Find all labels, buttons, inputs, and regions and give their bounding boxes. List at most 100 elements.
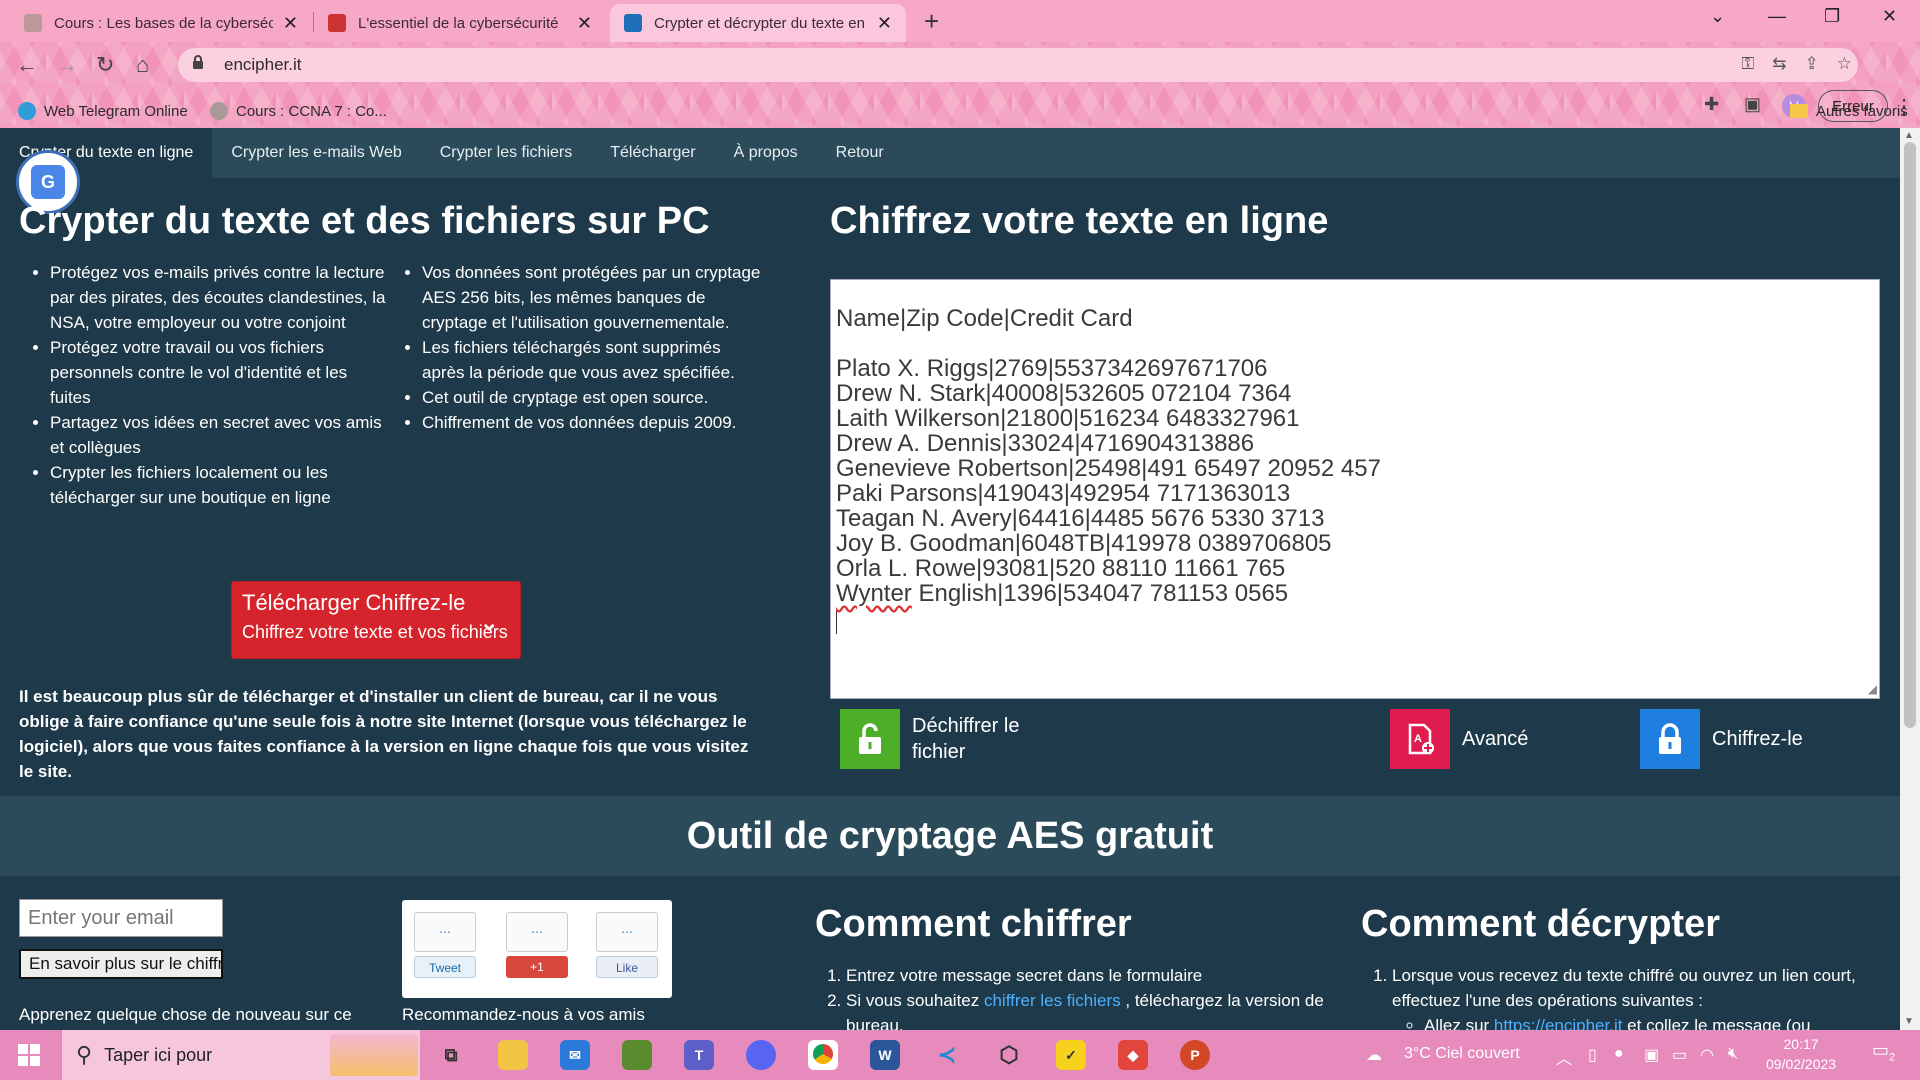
desktop-warning: Il est beaucoup plus sûr de télécharger …: [19, 687, 749, 781]
like-widget[interactable]: ... Like: [596, 912, 658, 980]
plusone-count: ...: [506, 912, 568, 952]
browser-toolbar: ← → ↻ ⌂ encipher.it ⚿ ⇆ ⇪ ☆ ✚ ▣ V Erreur…: [0, 42, 1920, 130]
virtualbox-icon[interactable]: ⬡: [994, 1040, 1024, 1070]
chrome-icon[interactable]: [808, 1040, 838, 1070]
bookmark-telegram[interactable]: Web Telegram Online: [18, 102, 188, 120]
powerpoint-icon[interactable]: P: [1180, 1040, 1210, 1070]
tab-cours-bases[interactable]: Cours : Les bases de la cybersécu ✕: [10, 4, 312, 42]
close-tab-icon[interactable]: ✕: [283, 13, 298, 34]
close-window-icon[interactable]: ✕: [1882, 6, 1897, 27]
tray-device-icon[interactable]: ▯: [1588, 1045, 1597, 1065]
tweet-widget[interactable]: ... Tweet: [414, 912, 476, 980]
svg-text:A: A: [1414, 733, 1422, 745]
nav-item-encrypt-files[interactable]: Crypter les fichiers: [421, 128, 591, 178]
encrypt-label: Chiffrez-le: [1712, 727, 1803, 750]
editor-line: Laith Wilkerson|21800|516234 6483327961: [836, 405, 1300, 432]
encipher-favicon-icon: [624, 14, 642, 32]
tab-title: Crypter et décrypter du texte en: [654, 14, 865, 32]
file-explorer-icon[interactable]: [498, 1040, 528, 1070]
right-title: Chiffrez votre texte en ligne: [830, 200, 1329, 242]
new-tab-icon[interactable]: +: [924, 6, 939, 37]
nav-item-about[interactable]: À propos: [715, 128, 817, 178]
weather-icon[interactable]: ☁: [1366, 1045, 1382, 1065]
tasks-icon[interactable]: ✓: [1056, 1040, 1086, 1070]
advanced-button[interactable]: A Avancé: [1390, 709, 1528, 769]
windows-start-icon[interactable]: [18, 1044, 40, 1066]
tab-search-chevron-icon[interactable]: ⌄: [1710, 6, 1725, 27]
plusone-label: +1: [530, 960, 544, 974]
tweet-count: ...: [414, 912, 476, 952]
tray-battery-icon[interactable]: ▭: [1672, 1045, 1687, 1065]
encipher-link[interactable]: https://encipher.it: [1494, 1016, 1623, 1030]
bookmark-label: Cours : CCNA 7 : Co...: [236, 102, 387, 120]
text-caret: [836, 610, 837, 634]
teams-icon[interactable]: T: [684, 1040, 714, 1070]
close-tab-icon[interactable]: ✕: [877, 13, 892, 34]
discord-icon[interactable]: [746, 1040, 776, 1070]
weather-text[interactable]: 3°C Ciel couvert: [1404, 1045, 1520, 1063]
learn-text: Apprenez quelque chose de nouveau sur ce: [19, 1005, 352, 1024]
home-icon[interactable]: ⌂: [136, 52, 149, 78]
reload-icon[interactable]: ↻: [96, 52, 114, 78]
task-view-icon[interactable]: ⧉: [436, 1040, 466, 1070]
other-bookmarks[interactable]: Autres favoris: [1790, 103, 1908, 120]
chevron-down-icon: ⌄: [480, 610, 499, 635]
encrypt-button[interactable]: Chiffrez-le: [1640, 709, 1803, 769]
taskbar-search[interactable]: ⚲ Taper ici pour: [62, 1030, 420, 1080]
encrypt-files-link[interactable]: chiffrer les fichiers: [984, 991, 1121, 1010]
message-textarea[interactable]: Name|Zip Code|Credit Card Plato X. Riggs…: [830, 279, 1880, 699]
plusone-widget[interactable]: ... +1: [506, 912, 568, 980]
mail-icon[interactable]: ✉: [560, 1040, 590, 1070]
nav-item-encrypt-emails[interactable]: Crypter les e-mails Web: [212, 128, 420, 178]
scrollbar-thumb[interactable]: [1904, 142, 1916, 728]
notification-count: 2: [1889, 1051, 1896, 1064]
plusone-button[interactable]: +1: [506, 956, 568, 978]
tray-chevron-icon[interactable]: ︿: [1556, 1045, 1572, 1069]
back-icon[interactable]: ←: [16, 52, 38, 78]
restore-icon[interactable]: ❐: [1824, 6, 1840, 27]
star-icon[interactable]: ☆: [1837, 54, 1852, 74]
like-button[interactable]: Like: [596, 956, 658, 978]
resize-grip-icon[interactable]: ◢: [1868, 682, 1877, 696]
vscode-icon[interactable]: ≺: [932, 1040, 962, 1070]
bookmark-ccna[interactable]: Cours : CCNA 7 : Co...: [210, 102, 387, 120]
key-icon[interactable]: ⚿: [1741, 54, 1754, 74]
tweet-button[interactable]: Tweet: [414, 956, 476, 978]
tab-title: L'essentiel de la cybersécurité: [358, 14, 559, 32]
cisco-favicon-icon: [24, 14, 42, 32]
scroll-down-icon[interactable]: ▼: [1904, 1016, 1914, 1027]
list-item: Chiffrement de vos données depuis 2009.: [422, 410, 762, 435]
windows-taskbar: ⚲ Taper ici pour ⧉ ✉ T W ≺ ⬡ ✓ ◆ P ☁ 3°C…: [0, 1030, 1920, 1080]
address-bar[interactable]: encipher.it ⚿ ⇆ ⇪ ☆: [178, 48, 1858, 82]
tray-security-icon[interactable]: ●: [1614, 1045, 1624, 1063]
notifications-icon[interactable]: ▭2: [1872, 1040, 1895, 1064]
tab-encipher[interactable]: Crypter et décrypter du texte en ✕: [610, 4, 906, 42]
decrypt-file-button[interactable]: Déchiffrer le fichier: [840, 709, 1100, 769]
learn-more-button[interactable]: En savoir plus sur le chiffrement: [19, 949, 223, 979]
left-title: Crypter du texte et des fichiers sur PC: [19, 200, 710, 242]
volume-muted-icon[interactable]: 🔇︎: [1728, 1045, 1738, 1063]
forward-icon[interactable]: →: [56, 52, 78, 78]
close-tab-icon[interactable]: ✕: [577, 13, 592, 34]
translate-icon[interactable]: ⇆: [1772, 54, 1786, 74]
tray-app-icon[interactable]: ▣: [1644, 1045, 1659, 1065]
scroll-up-icon[interactable]: ▲: [1904, 130, 1914, 141]
lock-icon: [1640, 709, 1700, 769]
share-icon[interactable]: ⇪: [1805, 54, 1819, 74]
anydesk-icon[interactable]: ◆: [1118, 1040, 1148, 1070]
network-tool-icon[interactable]: [622, 1040, 652, 1070]
wifi-icon[interactable]: ◠: [1700, 1045, 1714, 1065]
nav-item-download[interactable]: Télécharger: [591, 128, 714, 178]
email-input[interactable]: [19, 899, 223, 937]
download-button[interactable]: Télécharger Chiffrez-le Chiffrez votre t…: [231, 581, 521, 659]
word-icon[interactable]: W: [870, 1040, 900, 1070]
list-item: Lorsque vous recevez du texte chiffré ou…: [1392, 963, 1892, 1030]
editor-line: Drew N. Stark|40008|532605 072104 7364: [836, 380, 1292, 407]
minimize-icon[interactable]: —: [1768, 6, 1786, 27]
page-scrollbar[interactable]: ▲ ▼: [1900, 128, 1920, 1030]
tab-essentiel[interactable]: L'essentiel de la cybersécurité ✕: [314, 4, 606, 42]
list-item: Allez sur https://encipher.it et collez …: [1424, 1013, 1892, 1030]
system-clock[interactable]: 20:17 09/02/2023: [1766, 1034, 1836, 1074]
nav-item-back[interactable]: Retour: [817, 128, 903, 178]
editor-line: Teagan N. Avery|64416|4485 5676 5330 371…: [836, 505, 1325, 532]
